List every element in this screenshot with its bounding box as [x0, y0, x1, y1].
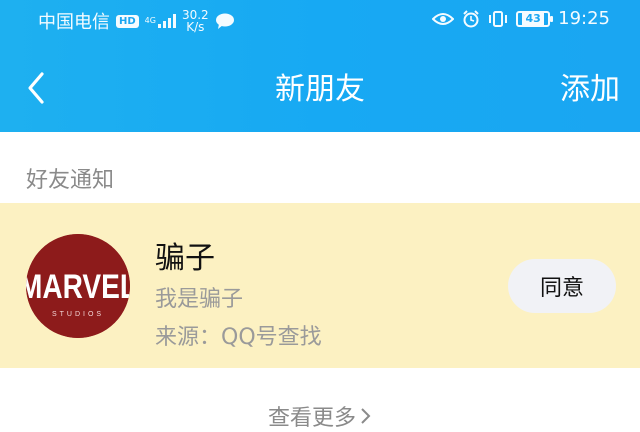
chevron-right-icon — [361, 408, 371, 424]
agree-button[interactable]: 同意 — [508, 259, 616, 313]
alarm-icon — [463, 9, 479, 27]
friend-request-item[interactable]: MARVEL STUDIOS 骗子 我是骗子 来源：QQ号查找 同意 — [0, 203, 640, 368]
network-type: 4G — [144, 16, 156, 25]
battery-level: 43 — [522, 12, 544, 25]
avatar-logo-subtext: STUDIOS — [52, 311, 104, 318]
speed-unit: K/s — [186, 20, 205, 34]
hd-badge: HD — [116, 14, 139, 28]
message-icon — [215, 13, 234, 29]
signal-icon: 4G — [145, 14, 176, 28]
vibrate-icon — [489, 10, 508, 27]
see-more-link[interactable]: 查看更多 — [0, 400, 640, 432]
see-more-label: 查看更多 — [267, 406, 356, 431]
requester-name: 骗子 — [155, 241, 215, 276]
status-left: 中国电信 HD 4G 30.2 K/s — [38, 8, 235, 34]
avatar-logo-text: MARVEL — [26, 268, 130, 306]
add-button[interactable]: 添加 — [560, 70, 620, 110]
section-header-friend-notifications: 好友通知 — [26, 168, 115, 193]
network-speed: 30.2 K/s — [182, 9, 209, 33]
request-source: 来源：QQ号查找 — [155, 325, 322, 350]
status-bar: 中国电信 HD 4G 30.2 K/s 43 19:25 — [0, 0, 640, 44]
request-note: 我是骗子 — [155, 287, 244, 312]
signal-bars — [157, 14, 176, 28]
page-title: 新朋友 — [275, 72, 365, 107]
clock-time: 19:25 — [558, 8, 610, 29]
battery-icon: 43 — [516, 10, 554, 27]
carrier-name: 中国电信 — [38, 12, 110, 33]
marvel-logo-icon: MARVEL STUDIOS — [26, 234, 130, 338]
status-right: 43 19:25 — [432, 8, 610, 29]
avatar: MARVEL STUDIOS — [26, 234, 130, 338]
top-header: 中国电信 HD 4G 30.2 K/s 43 19:25 新朋友 添加 — [0, 0, 640, 132]
eye-icon — [432, 12, 455, 25]
